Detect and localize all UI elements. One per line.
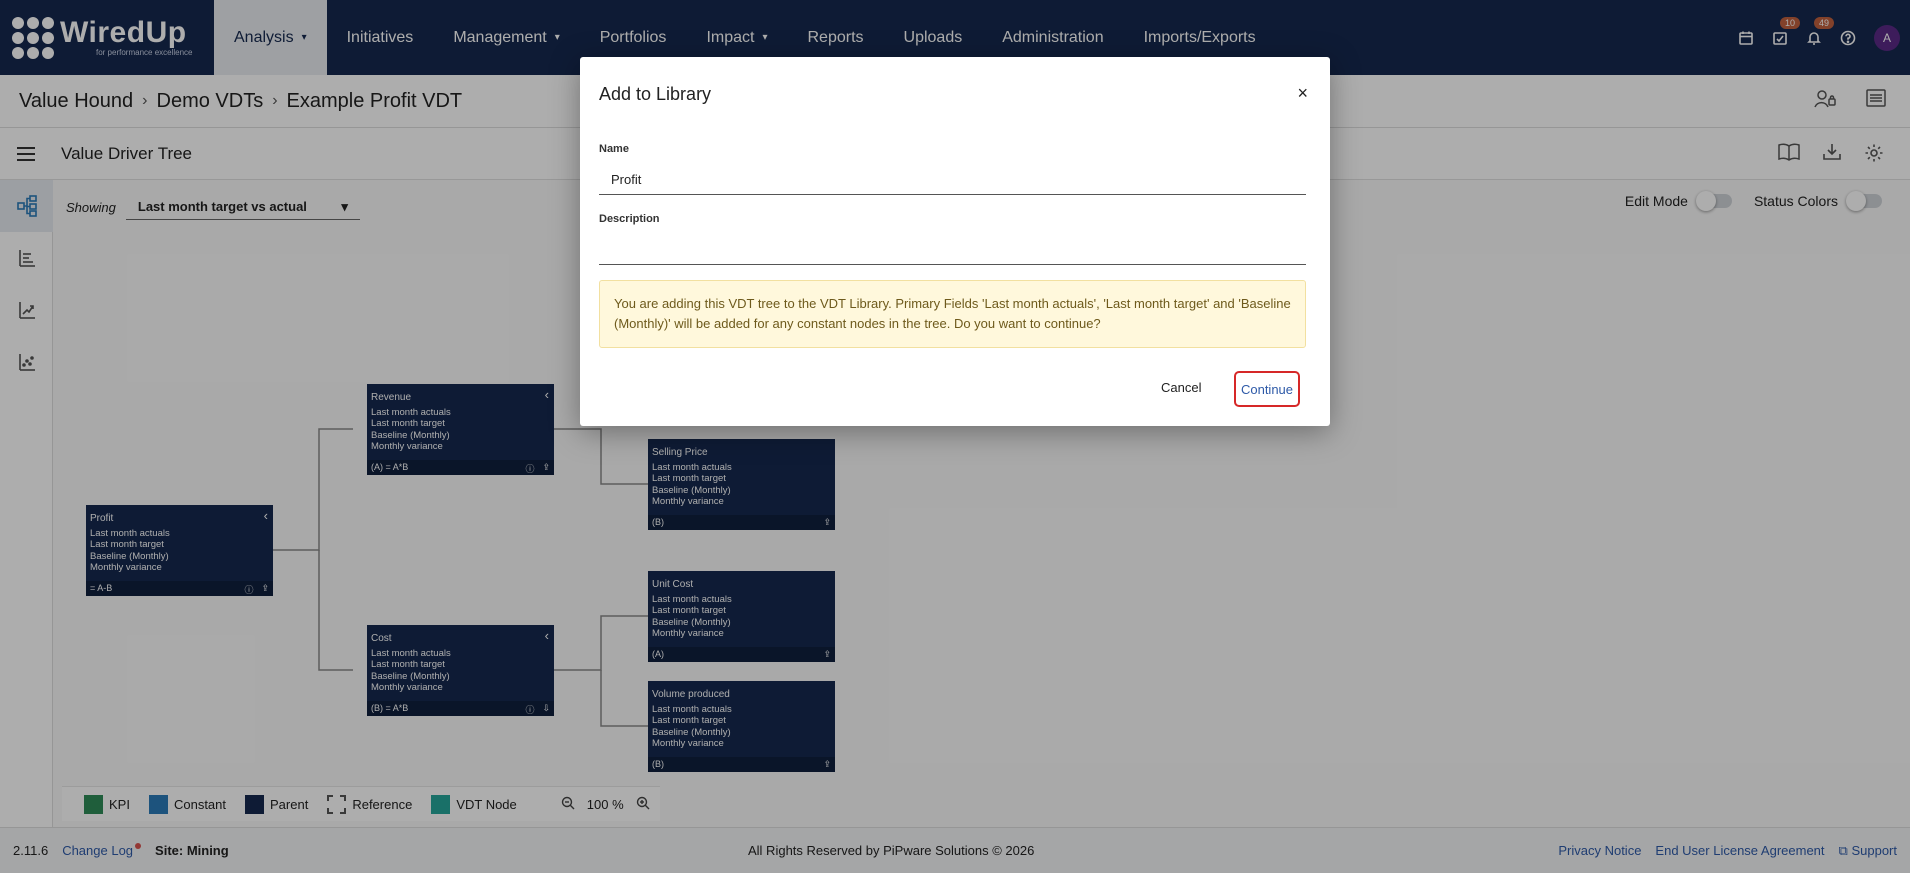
name-label: Name <box>599 143 629 155</box>
description-field[interactable] <box>599 235 1306 265</box>
dialog-title: Add to Library <box>599 84 712 104</box>
cancel-button[interactable]: Cancel <box>1161 380 1201 395</box>
continue-button[interactable]: Continue <box>1234 371 1300 407</box>
close-icon[interactable]: × <box>1297 83 1308 104</box>
description-label: Description <box>599 213 660 225</box>
warning-message: You are adding this VDT tree to the VDT … <box>599 280 1306 348</box>
add-to-library-dialog: Add to Library × Name Description You ar… <box>580 57 1330 426</box>
name-field[interactable] <box>599 165 1306 195</box>
